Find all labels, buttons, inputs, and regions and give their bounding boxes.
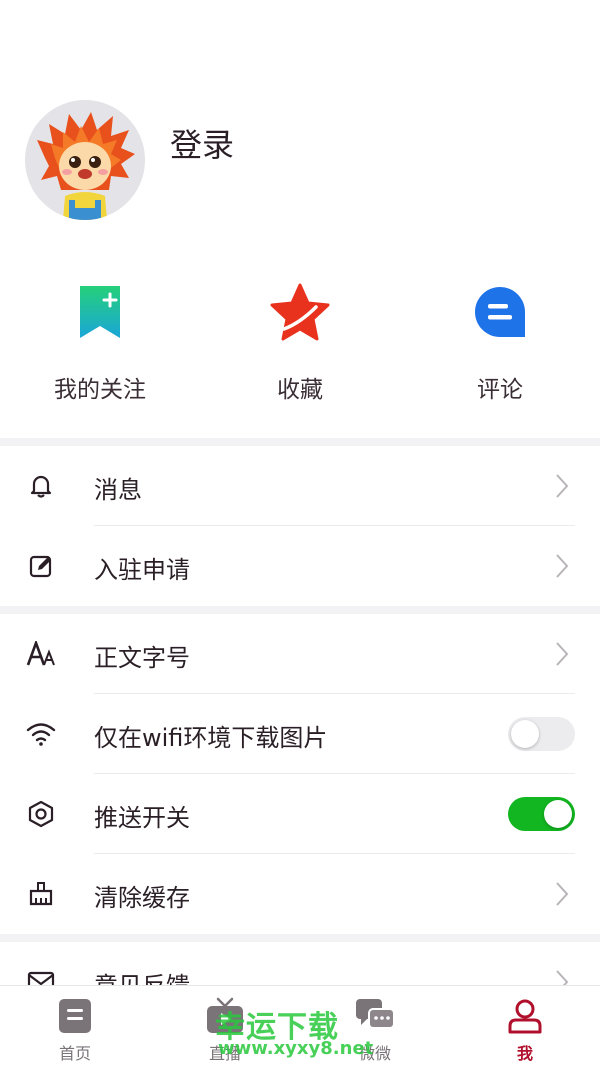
- chevron-right-icon: [556, 554, 569, 578]
- menu-row-messages[interactable]: 消息: [0, 446, 600, 526]
- push-settings-icon: [26, 799, 56, 829]
- menu-row-wifi-images: 仅在wifi环境下载图片: [0, 694, 600, 774]
- section-divider: [0, 438, 600, 446]
- chevron-right-icon: [556, 474, 569, 498]
- comment-icon: [468, 280, 532, 344]
- chevron-right-icon: [556, 882, 569, 906]
- broom-icon: [26, 879, 56, 909]
- tab-label-live: 直播: [208, 1044, 241, 1063]
- menu-label-messages: 消息: [94, 476, 142, 504]
- quick-label-following: 我的关注: [54, 377, 146, 403]
- tab-home[interactable]: 首页: [0, 986, 150, 1067]
- tab-label-me: 我: [516, 1044, 533, 1063]
- wifi-images-toggle[interactable]: [508, 717, 575, 751]
- star-icon: [268, 280, 332, 344]
- menu-row-font-size[interactable]: 正文字号: [0, 614, 600, 694]
- push-toggle[interactable]: [508, 797, 575, 831]
- menu-label-wifi-images: 仅在wifi环境下载图片: [94, 724, 328, 752]
- tab-live[interactable]: 直播: [150, 986, 300, 1067]
- tab-weiwei[interactable]: 微微: [300, 986, 450, 1067]
- menu-row-clear-cache[interactable]: 清除缓存: [0, 854, 600, 934]
- tab-label-weiwei: 微微: [358, 1044, 391, 1063]
- login-link[interactable]: 登录: [170, 120, 234, 166]
- section-divider: [0, 934, 600, 942]
- tab-me[interactable]: 我: [450, 986, 600, 1067]
- menu-row-push: 推送开关: [0, 774, 600, 854]
- wifi-icon: [26, 719, 56, 749]
- lion-mascot-icon: [25, 100, 145, 220]
- home-icon: [55, 996, 95, 1036]
- font-size-icon: [26, 639, 56, 669]
- quick-actions: 我的关注 收藏 评论: [0, 280, 600, 430]
- bottom-tab-bar: 首页 直播 微微 我: [0, 985, 600, 1067]
- tv-icon: [205, 996, 245, 1036]
- avatar[interactable]: [25, 100, 145, 220]
- bell-icon: [26, 471, 56, 501]
- quick-label-comments: 评论: [477, 377, 523, 403]
- quick-label-favorites: 收藏: [277, 377, 323, 403]
- menu-label-apply: 入驻申请: [94, 556, 190, 584]
- app-root: 登录 我的关注 收藏 评论 消息 入驻申请 正文字号 仅在wifi环境下载图片 …: [0, 0, 600, 1067]
- chevron-right-icon: [556, 642, 569, 666]
- quick-item-favorites[interactable]: 收藏: [200, 280, 400, 430]
- profile-header: 登录: [0, 0, 600, 250]
- menu-label-font-size: 正文字号: [94, 644, 190, 672]
- tab-label-home: 首页: [58, 1044, 91, 1063]
- toggle-knob: [511, 720, 539, 748]
- toggle-knob: [544, 800, 572, 828]
- bookmark-plus-icon: [68, 280, 132, 344]
- edit-icon: [26, 551, 56, 581]
- user-icon: [505, 996, 545, 1036]
- quick-item-comments[interactable]: 评论: [400, 280, 600, 430]
- menu-label-clear-cache: 清除缓存: [94, 884, 190, 912]
- menu-label-push: 推送开关: [94, 804, 190, 832]
- chat-bubbles-icon: [355, 996, 395, 1036]
- menu-row-apply[interactable]: 入驻申请: [0, 526, 600, 606]
- quick-item-following[interactable]: 我的关注: [0, 280, 200, 430]
- section-divider: [0, 606, 600, 614]
